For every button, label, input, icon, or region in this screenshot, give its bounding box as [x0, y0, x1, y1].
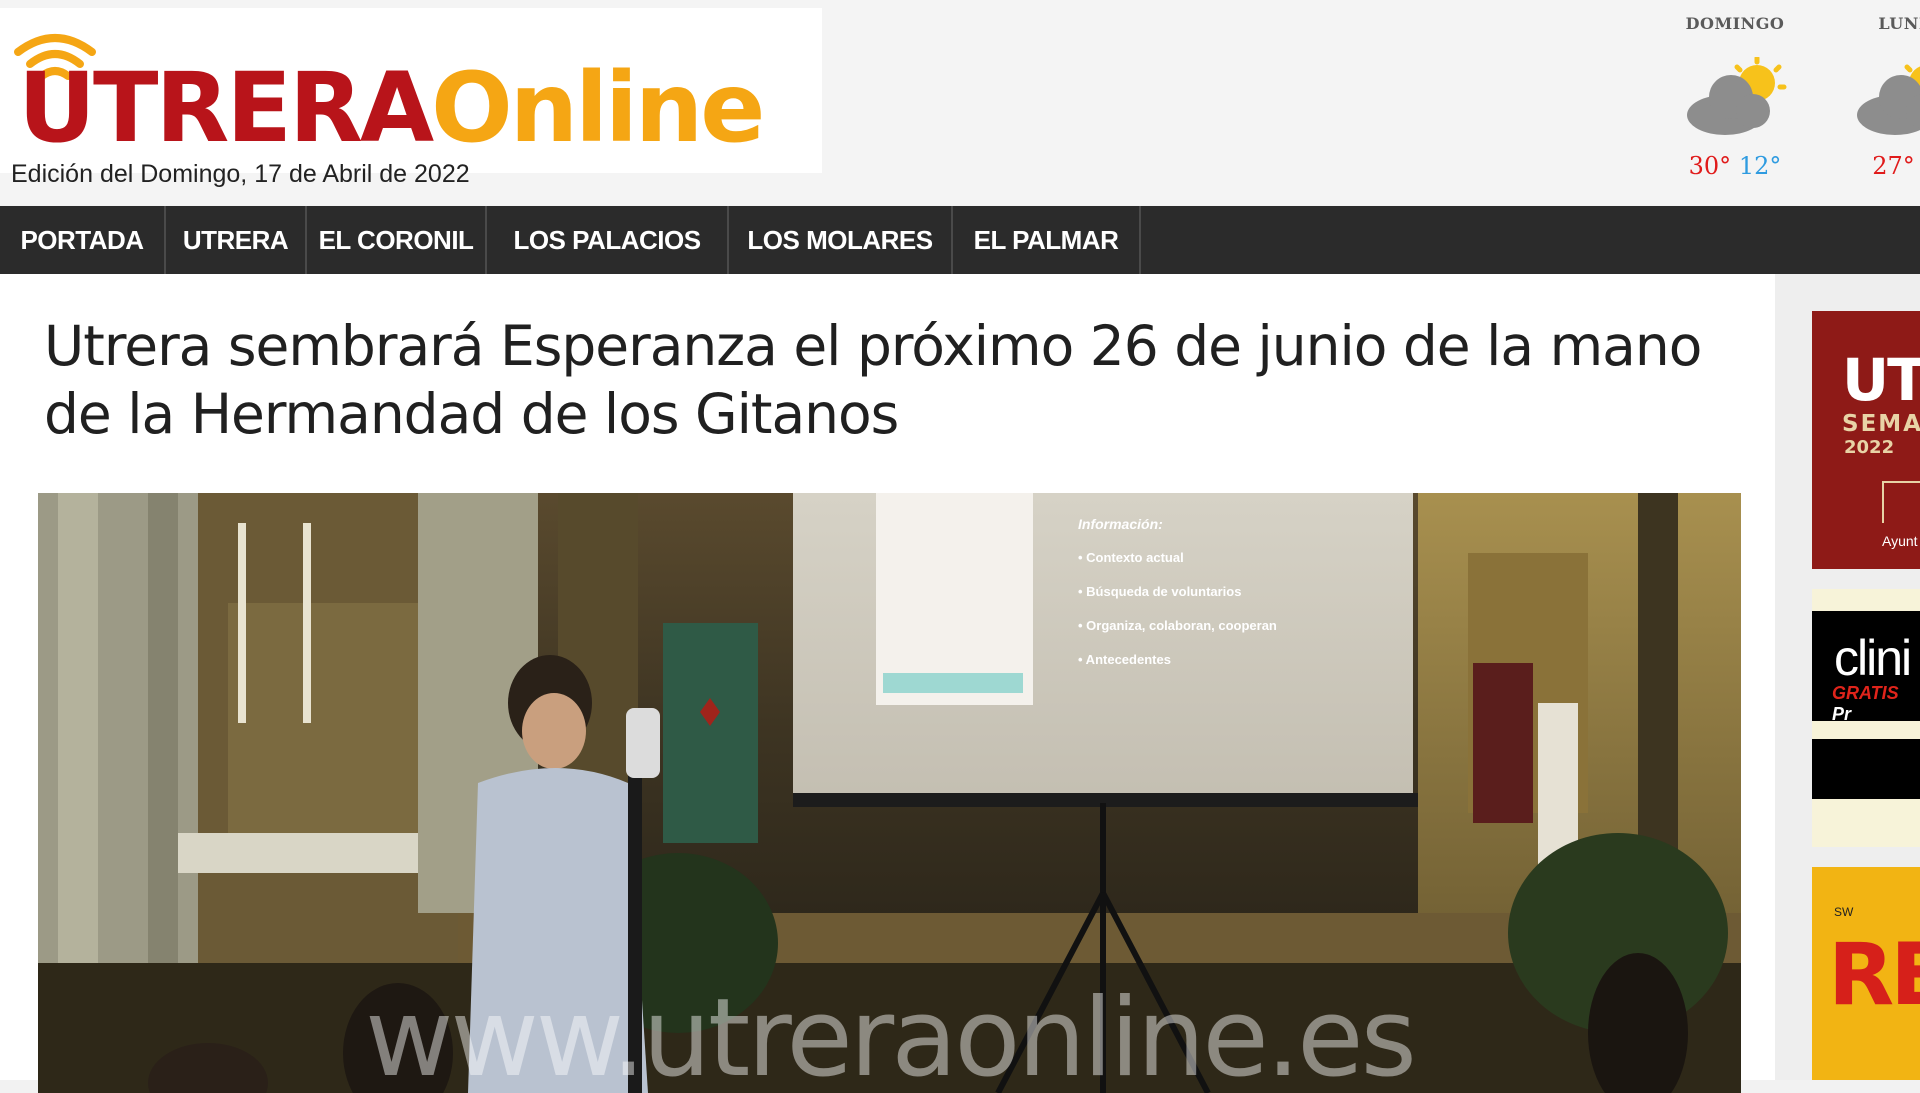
presentation-slide-info: Información: • Contexto actual • Búsqued…	[1078, 507, 1408, 677]
temp-max: 27°	[1872, 152, 1915, 180]
nav-item-portada[interactable]: PORTADA	[0, 206, 166, 274]
weather-temps: 27° 1	[1820, 152, 1920, 180]
ad-subtitle: SEMA	[1842, 411, 1920, 437]
weather-day-name: LUNE	[1878, 14, 1920, 33]
building-icon	[1882, 481, 1920, 523]
weather-day-monday[interactable]: LUNE 27° 1	[1820, 14, 1920, 180]
nav-item-el-palmar[interactable]: EL PALMAR	[953, 206, 1141, 274]
ad-year: 2022	[1844, 437, 1895, 458]
site-logo[interactable]: UTRERAOnline	[0, 8, 822, 173]
ad-event[interactable]: SW RE	[1812, 867, 1920, 1080]
article-headline[interactable]: Utrera sembrará Esperanza el próximo 26 …	[44, 312, 1704, 448]
slide-bullet: • Antecedentes	[1078, 652, 1171, 667]
partly-cloudy-icon	[1687, 55, 1787, 135]
slide-bullet: • Contexto actual	[1078, 550, 1184, 565]
ad-title: clini	[1834, 630, 1912, 686]
sidebar-ads: UT SEMA 2022 Ayunt clini GRATIS Pr SW RE	[1775, 274, 1920, 1080]
slide-bullet: • Búsqueda de voluntarios	[1078, 584, 1242, 599]
weather-day-sunday[interactable]: DOMINGO 30° 12°	[1650, 14, 1820, 180]
nav-item-los-molares[interactable]: LOS MOLARES	[729, 206, 953, 274]
nav-item-el-coronil[interactable]: EL CORONIL	[307, 206, 487, 274]
ad-title: RE	[1828, 925, 1920, 1025]
ad-offer-free: GRATIS	[1832, 683, 1899, 703]
partly-cloudy-icon	[1857, 64, 1920, 135]
article-main: Utrera sembrará Esperanza el próximo 26 …	[0, 274, 1775, 1093]
nav-item-utrera[interactable]: UTRERA	[166, 206, 307, 274]
edition-date: Edición del Domingo, 17 de Abril de 2022	[11, 160, 470, 188]
site-header: UTRERAOnline Edición del Domingo, 17 de …	[0, 0, 1920, 205]
ad-offer-more: Pr	[1832, 704, 1852, 724]
logo-wordmark: UTRERAOnline	[18, 58, 765, 158]
logo-text-online: Online	[431, 52, 765, 164]
ad-footer: Ayunt	[1882, 533, 1918, 549]
temp-max: 30°	[1688, 152, 1732, 180]
slide-title: Información:	[1078, 516, 1163, 532]
ad-title: UT	[1842, 346, 1920, 414]
weather-temps: 30° 12°	[1650, 152, 1820, 180]
logo-text-utrera: UTRERA	[18, 52, 434, 164]
ad-clinic[interactable]: clini GRATIS Pr	[1812, 589, 1920, 847]
photo-watermark: www.utreraonline.es	[365, 976, 1417, 1093]
weather-day-name: DOMINGO	[1685, 14, 1785, 33]
ad-offer: GRATIS Pr	[1832, 683, 1920, 725]
article-photo[interactable]: Información: • Contexto actual • Búsqued…	[38, 493, 1741, 1093]
main-nav: PORTADA UTRERA EL CORONIL LOS PALACIOS L…	[0, 206, 1920, 274]
ad-brand: SW	[1834, 905, 1854, 919]
ad-semana-santa[interactable]: UT SEMA 2022 Ayunt	[1812, 311, 1920, 569]
temp-min: 12°	[1738, 152, 1782, 180]
slide-bullet: • Organiza, colaboran, cooperan	[1078, 618, 1277, 633]
nav-item-los-palacios[interactable]: LOS PALACIOS	[487, 206, 729, 274]
